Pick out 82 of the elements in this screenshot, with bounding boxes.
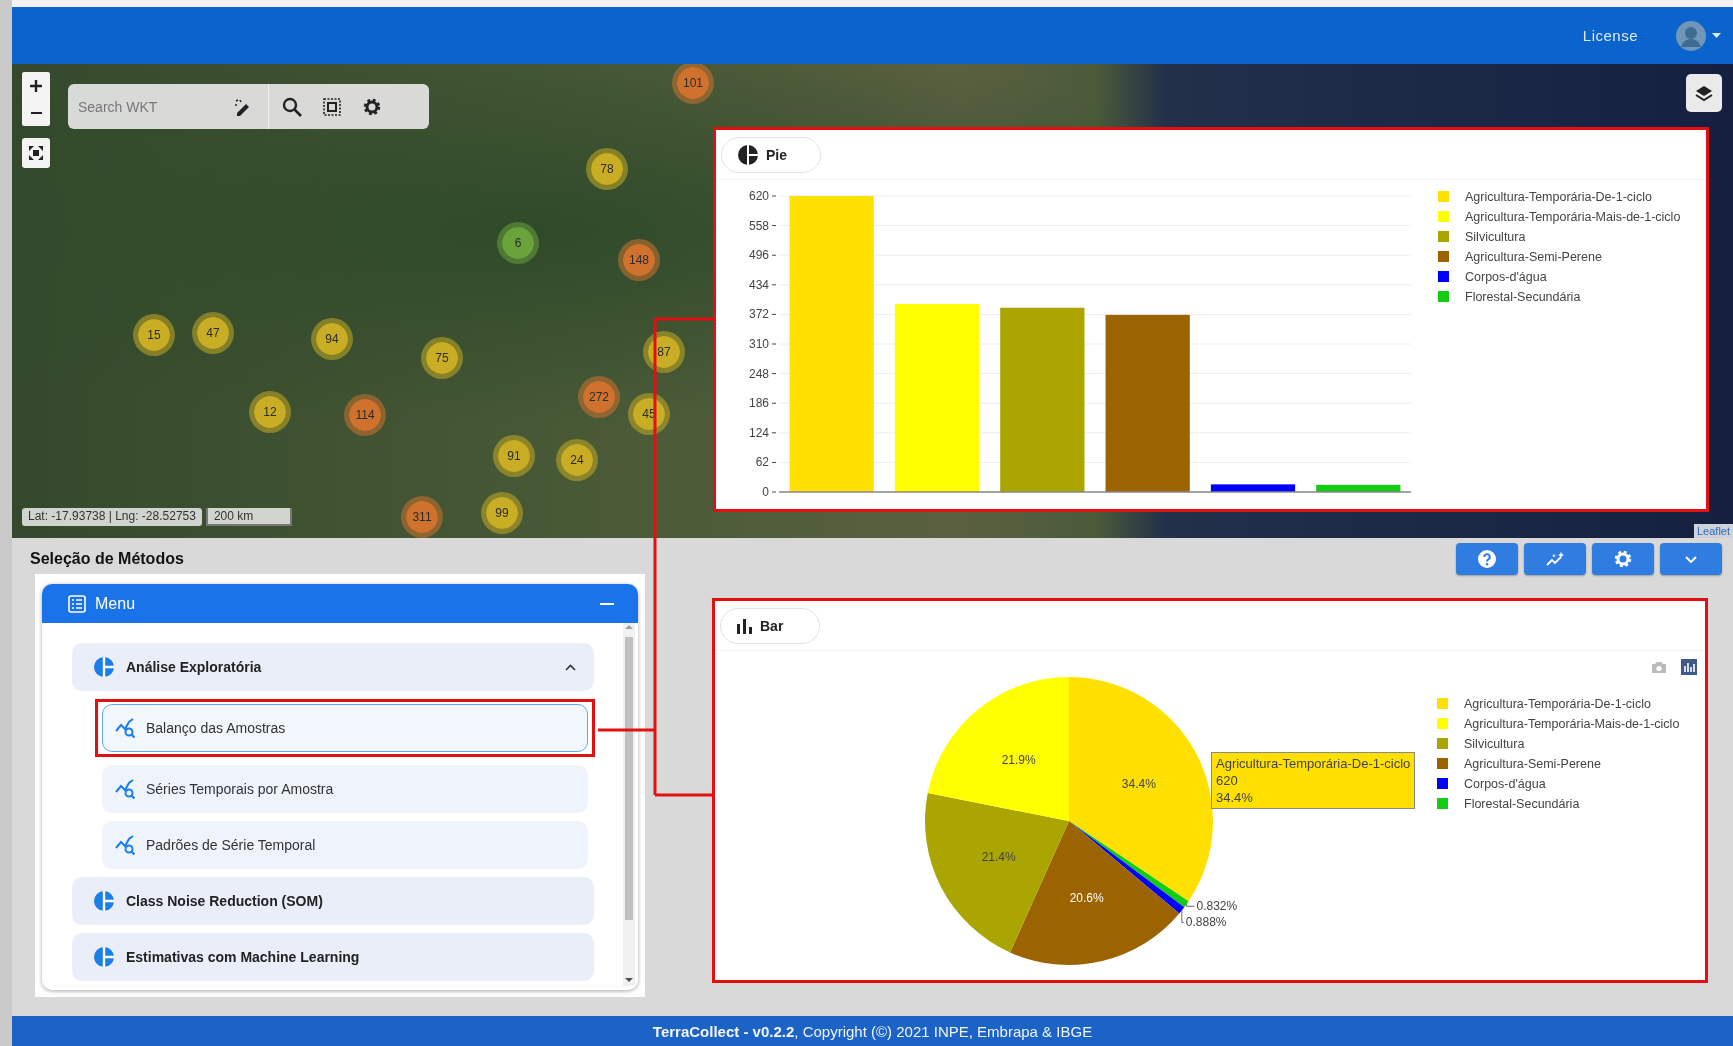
pie-chart-icon xyxy=(94,657,114,677)
help-icon xyxy=(1478,550,1496,568)
scale-bar: 200 km xyxy=(205,508,292,526)
layers-icon xyxy=(1695,84,1713,102)
legend-label: Agricultura-Temporária-Mais-de-1-ciclo xyxy=(1464,716,1680,731)
slice-label: 0.832% xyxy=(1196,899,1238,914)
help-button[interactable] xyxy=(1456,543,1518,575)
chevron-down-icon xyxy=(1685,555,1697,563)
bar-chart-icon xyxy=(737,617,752,634)
legend-label: Silvicultura xyxy=(1464,736,1525,751)
license-link[interactable]: License xyxy=(1582,27,1638,44)
attribution-link[interactable]: Leaflet xyxy=(1693,524,1733,538)
pie-chart-icon xyxy=(94,947,114,967)
legend-label: Agricultura-Temporária-De-1-ciclo xyxy=(1465,189,1652,204)
axis-tick-label: 0 xyxy=(762,485,769,499)
search-icon xyxy=(282,96,302,117)
slice-label: 20.6% xyxy=(1069,891,1104,906)
fullscreen-button[interactable] xyxy=(22,138,50,168)
axis-tick-label: 372 xyxy=(748,307,769,322)
zoom-out-button[interactable] xyxy=(22,99,50,126)
fullscreen-icon xyxy=(29,146,43,160)
legend-label: Agricultura-Semi-Perene xyxy=(1464,756,1601,771)
section-title: Seleção de Métodos xyxy=(30,550,185,568)
list-icon xyxy=(68,594,86,613)
menu-item[interactable]: Séries Temporais por Amostra xyxy=(102,765,588,813)
menu-item[interactable]: Balanço das Amostras xyxy=(102,704,588,752)
chart-search-icon xyxy=(115,717,136,739)
bar-chart-icon xyxy=(1681,659,1697,675)
slice-label: 0.888% xyxy=(1185,915,1227,930)
legend-label: Agricultura-Semi-Perene xyxy=(1465,249,1602,264)
menu-group-item[interactable]: Estimativas com Machine Learning xyxy=(72,933,594,981)
chart-search-icon xyxy=(115,834,136,856)
gear-icon xyxy=(362,96,382,117)
analytics-button[interactable] xyxy=(1524,543,1586,575)
axis-tick-label: 248 xyxy=(748,366,769,381)
minus-icon xyxy=(30,111,42,114)
axis-tick-label: 124 xyxy=(748,425,769,440)
legend-label: Agricultura-Temporária-De-1-ciclo xyxy=(1464,696,1651,711)
camera-icon xyxy=(1651,660,1667,674)
axis-tick-label: 434 xyxy=(748,277,769,292)
plus-icon xyxy=(30,79,42,92)
axis-tick-label: 62 xyxy=(755,455,769,470)
zoom-in-button[interactable] xyxy=(22,72,50,99)
legend-label: Silvicultura xyxy=(1465,229,1526,244)
axis-tick-label: 558 xyxy=(748,218,769,233)
axis-tick-label: 620 xyxy=(748,189,769,203)
menu-group-item[interactable]: Análise Exploratória xyxy=(72,643,594,691)
copyright-text: TerraCollect - v0.2.2, Copyright (©) 2021 INPE, Embrapa & IBGE xyxy=(652,1022,1093,1040)
legend-label: Agricultura-Temporária-Mais-de-1-ciclo xyxy=(1465,209,1681,224)
menu-item[interactable]: Padrões de Série Temporal xyxy=(102,821,588,869)
slice-label: 21.4% xyxy=(981,850,1016,865)
chevron-up-icon xyxy=(565,663,576,671)
scrollbar[interactable] xyxy=(623,623,635,986)
selection-icon xyxy=(323,97,341,116)
hover-tooltip: Agricultura-Temporária-De-1-ciclo 620 34.4% xyxy=(1211,752,1416,809)
menu-title: Menu xyxy=(95,594,137,613)
caret-icon xyxy=(1712,33,1721,38)
layers-button[interactable] xyxy=(1686,74,1722,112)
coordinates-readout: Lat: -17.93738 | Lng: -28.52753 xyxy=(22,508,202,526)
legend-label: Corpos-d'água xyxy=(1465,269,1547,284)
search-field[interactable]: Search WKT xyxy=(76,97,228,116)
axis-tick-label: 186 xyxy=(748,396,769,411)
leader-line xyxy=(1181,909,1185,923)
minus-icon xyxy=(600,602,614,605)
avatar-icon xyxy=(1676,20,1706,51)
pencil-icon xyxy=(234,97,252,116)
chart-search-icon xyxy=(115,778,136,800)
sparkle-chart-icon xyxy=(1545,551,1565,567)
pie-chart-icon xyxy=(94,891,114,911)
axis-tick-label: 496 xyxy=(748,248,769,263)
legend-label: Corpos-d'água xyxy=(1464,776,1546,791)
axis-tick-label: 310 xyxy=(748,337,769,351)
pie-chart-icon xyxy=(738,144,758,165)
slice-label: 34.4% xyxy=(1121,776,1156,791)
legend-label: Florestal-Secundária xyxy=(1465,289,1581,304)
chart-type-toggle[interactable]: Bar xyxy=(720,607,820,644)
menu-group-item[interactable]: Class Noise Reduction (SOM) xyxy=(72,877,594,925)
legend-label: Florestal-Secundária xyxy=(1464,796,1580,811)
slice-label: 21.9% xyxy=(1001,752,1036,767)
gear-icon xyxy=(1613,549,1633,569)
chart-type-toggle[interactable]: Pie xyxy=(721,136,821,173)
leader-line xyxy=(1186,903,1195,907)
